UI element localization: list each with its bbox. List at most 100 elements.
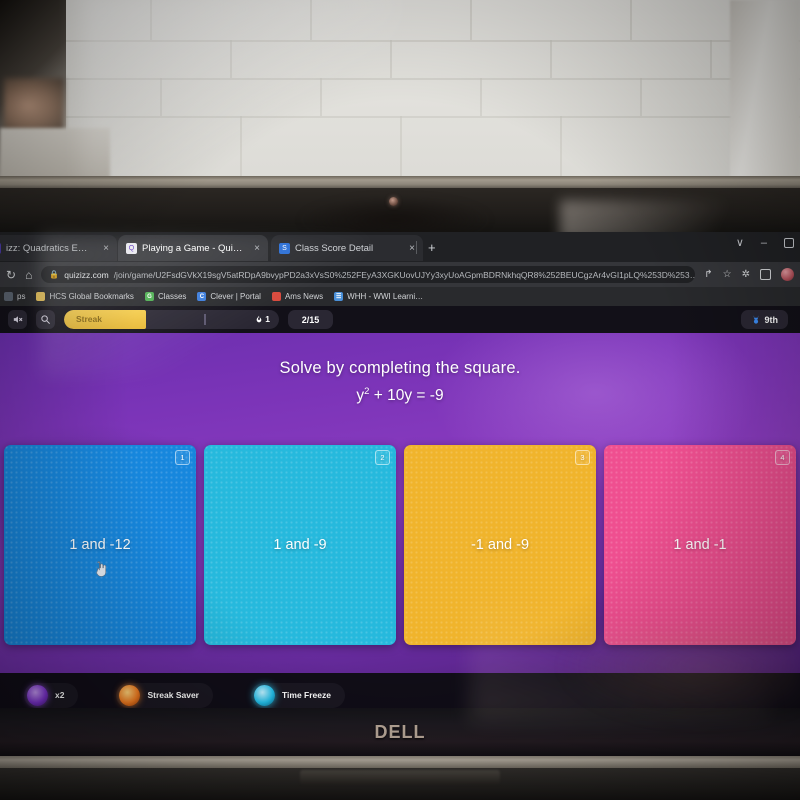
quizizz-favicon-icon: Q bbox=[0, 242, 1, 254]
address-bar-path: /join/game/U2FsdGVkX19sgV5atRDpA9bvypPD2… bbox=[113, 269, 696, 280]
answer-options: 1 1 and -12 2 1 and -9 3 -1 and -9 4 1 a… bbox=[0, 445, 800, 645]
medal-icon bbox=[753, 315, 758, 324]
powerup-double-points[interactable]: x2 bbox=[24, 682, 79, 708]
omnibox-actions: ↱ ☆ ✲ bbox=[704, 268, 794, 281]
question-area: Solve by completing the square. y2 + 10y… bbox=[0, 333, 800, 405]
streak-progress-bar: Streak 1 bbox=[64, 310, 279, 329]
browser-tabstrip: Q izz: Quadratics EOC Practice × Q Playi… bbox=[0, 232, 800, 262]
share-icon[interactable]: ↱ bbox=[704, 269, 712, 280]
answer-option-1-label: 1 and -12 bbox=[69, 537, 131, 553]
maximize-icon[interactable] bbox=[784, 237, 794, 248]
bookmarks-bar: ps HCS Global Bookmarks G Classes C Clev… bbox=[0, 287, 800, 306]
bookmark-label: WHH - WWI Learni… bbox=[347, 292, 424, 301]
rank-chip[interactable]: 9th bbox=[740, 310, 788, 329]
powerup-double-points-label: x2 bbox=[55, 690, 65, 700]
question-board: Solve by completing the square. y2 + 10y… bbox=[0, 333, 800, 673]
powerup-time-freeze[interactable]: Time Freeze bbox=[250, 682, 345, 708]
answer-option-3-number: 3 bbox=[575, 450, 590, 465]
minimize-icon[interactable]: – bbox=[761, 237, 767, 249]
browser-tab-1-label: izz: Quadratics EOC Practice bbox=[6, 242, 93, 254]
bookmark-item[interactable]: C Clever | Portal bbox=[197, 292, 261, 301]
dell-logo-text: DELL bbox=[374, 722, 426, 742]
bookmark-item[interactable]: ps bbox=[4, 292, 25, 301]
webcam-icon bbox=[389, 197, 398, 206]
laptop-photo: Q izz: Quadratics EOC Practice × Q Playi… bbox=[0, 0, 800, 800]
answer-option-1[interactable]: 1 1 and -12 bbox=[4, 445, 196, 645]
browser-tab-3-label: Class Score Detail bbox=[295, 242, 374, 254]
browser-toolbar: ↻ ⌂ 🔒 quizizz.com/join/game/U2FsdGVkX19s… bbox=[0, 262, 800, 287]
bookmark-item[interactable]: ☰ WHH - WWI Learni… bbox=[334, 292, 423, 301]
flame-icon bbox=[256, 315, 262, 323]
answer-option-1-number: 1 bbox=[175, 450, 190, 465]
browser-tab-2-label: Playing a Game - Quizizz bbox=[142, 242, 244, 254]
quizizz-favicon-icon: Q bbox=[126, 242, 137, 254]
streak-tick bbox=[204, 314, 206, 325]
powerups-bar: x2 Streak Saver Time Freeze bbox=[0, 673, 800, 710]
streak-saver-icon bbox=[119, 684, 141, 706]
quizizz-game-header: Streak 1 2/15 9th bbox=[0, 306, 800, 333]
answer-option-2-number: 2 bbox=[375, 450, 390, 465]
streak-label: Streak bbox=[76, 314, 102, 324]
equation-base: y bbox=[356, 387, 365, 405]
lock-icon: 🔒 bbox=[49, 270, 60, 279]
browser-tab-2-close-icon[interactable]: × bbox=[248, 243, 260, 254]
bookmark-favicon-icon bbox=[36, 292, 46, 301]
new-tab-button[interactable]: + bbox=[428, 240, 436, 255]
time-freeze-icon bbox=[253, 684, 275, 706]
window-controls: ∨ – bbox=[736, 236, 794, 249]
tab-divider bbox=[416, 241, 417, 254]
browser-tab-1[interactable]: Q izz: Quadratics EOC Practice × bbox=[0, 235, 117, 261]
answer-option-3-label: -1 and -9 bbox=[470, 537, 530, 553]
bookmark-label: HCS Global Bookmarks bbox=[49, 292, 134, 301]
question-equation: y2 + 10y = -9 bbox=[0, 386, 800, 405]
bookmark-label: Classes bbox=[157, 292, 187, 301]
answer-option-2-label: 1 and -9 bbox=[273, 537, 327, 553]
reload-icon[interactable]: ↻ bbox=[6, 268, 16, 282]
extensions-puzzle-icon[interactable]: ✲ bbox=[742, 269, 750, 280]
chevron-down-icon[interactable]: ∨ bbox=[736, 236, 744, 249]
magnifier-icon[interactable] bbox=[36, 310, 55, 329]
bookmark-favicon-icon: G bbox=[144, 292, 154, 301]
home-icon[interactable]: ⌂ bbox=[25, 268, 32, 282]
browser-tab-2[interactable]: Q Playing a Game - Quizizz × bbox=[118, 235, 268, 261]
bookmark-label: ps bbox=[17, 292, 26, 301]
sis-favicon-icon: S bbox=[279, 242, 290, 254]
streak-badge: Streak bbox=[64, 310, 146, 329]
clever-favicon-icon: C bbox=[197, 292, 207, 301]
double-points-icon bbox=[27, 684, 48, 706]
answer-option-2[interactable]: 2 1 and -9 bbox=[204, 445, 396, 645]
bookmark-label: Ams News bbox=[284, 292, 324, 301]
bookmark-item[interactable]: G Classes bbox=[144, 292, 187, 301]
bookmark-item[interactable]: HCS Global Bookmarks bbox=[36, 292, 134, 301]
answer-option-4-label: 1 and -1 bbox=[673, 537, 727, 553]
sound-off-icon[interactable] bbox=[8, 310, 27, 329]
answer-option-4[interactable]: 4 1 and -1 bbox=[604, 445, 796, 645]
bookmark-star-icon[interactable]: ☆ bbox=[723, 269, 732, 280]
streak-count: 1 bbox=[255, 314, 270, 324]
equation-rest: + 10y = -9 bbox=[369, 387, 444, 405]
browser-tab-3[interactable]: S Class Score Detail × bbox=[271, 235, 423, 261]
bookmark-item[interactable]: Ams News bbox=[271, 292, 324, 301]
side-panel-icon[interactable] bbox=[760, 269, 771, 280]
mouse-cursor-icon bbox=[96, 561, 106, 577]
address-bar[interactable]: 🔒 quizizz.com/join/game/U2FsdGVkX19sgV5a… bbox=[41, 266, 696, 283]
bookmark-favicon-icon bbox=[271, 292, 281, 301]
avatar[interactable] bbox=[781, 268, 794, 281]
laptop-screen: Q izz: Quadratics EOC Practice × Q Playi… bbox=[0, 232, 800, 710]
cinderblock-wall bbox=[0, 0, 800, 185]
powerup-streak-saver[interactable]: Streak Saver bbox=[116, 682, 213, 708]
question-counter: 2/15 bbox=[288, 310, 333, 329]
laptop-hinge bbox=[300, 770, 500, 784]
browser-tab-1-close-icon[interactable]: × bbox=[97, 243, 109, 254]
rank-label: 9th bbox=[764, 314, 779, 325]
background-curtain bbox=[730, 0, 800, 185]
streak-count-value: 1 bbox=[265, 314, 270, 324]
answer-option-3[interactable]: 3 -1 and -9 bbox=[404, 445, 596, 645]
address-bar-host: quizizz.com bbox=[64, 269, 109, 280]
bookmark-favicon-icon bbox=[4, 292, 13, 301]
answer-option-4-number: 4 bbox=[775, 450, 790, 465]
browser-tab-3-close-icon[interactable]: × bbox=[403, 243, 415, 254]
question-prompt: Solve by completing the square. bbox=[279, 359, 521, 377]
background-object bbox=[4, 78, 64, 133]
powerup-streak-saver-label: Streak Saver bbox=[147, 690, 199, 700]
